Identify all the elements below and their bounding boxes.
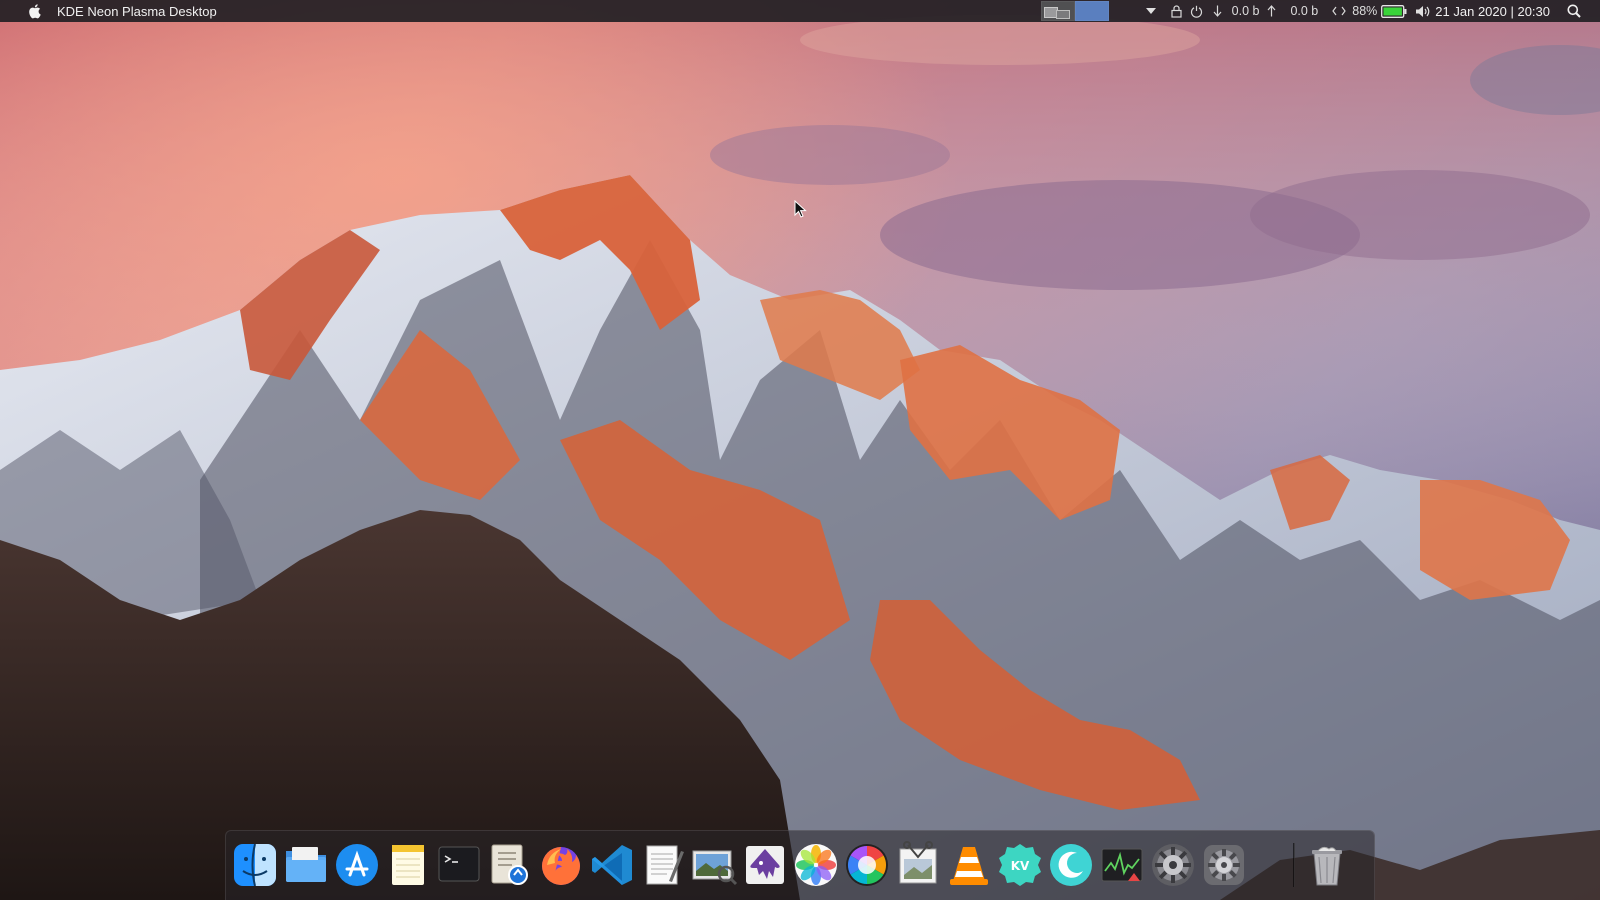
dock-separator (1293, 843, 1295, 887)
download-rate: 0.0 b (1231, 4, 1260, 18)
color-wheel-icon[interactable] (843, 841, 891, 889)
activity-monitor-icon[interactable] (1098, 841, 1146, 889)
app-store-icon[interactable] (333, 841, 381, 889)
dock: KV (225, 830, 1375, 900)
svg-text:KV: KV (1011, 859, 1030, 873)
tray-expander-icon[interactable] (1145, 0, 1157, 22)
desktop-1[interactable] (1040, 1, 1075, 21)
system-preferences-icon[interactable] (1200, 841, 1248, 889)
network-icon[interactable] (1332, 0, 1347, 22)
mouse-pointer-icon (794, 199, 808, 220)
volume-icon[interactable] (1415, 0, 1431, 22)
battery-percent: 88% (1352, 4, 1378, 18)
lock-icon[interactable] (1171, 0, 1182, 22)
firefox-icon[interactable] (537, 841, 585, 889)
inkscape-icon[interactable] (741, 841, 789, 889)
apple-logo-icon[interactable] (24, 0, 46, 22)
trash-icon[interactable] (1303, 841, 1351, 889)
vlc-icon[interactable] (945, 841, 993, 889)
top-panel: KDE Neon Plasma Desktop 0.0 b 0.0 b 88% … (0, 0, 1600, 22)
clock[interactable]: 21 Jan 2020 | 20:30 (1435, 4, 1550, 19)
terminal-icon[interactable] (435, 841, 483, 889)
moon-icon[interactable] (1047, 841, 1095, 889)
window-thumbnail (1055, 10, 1070, 19)
upload-arrow-icon (1267, 0, 1276, 22)
notes-icon[interactable] (384, 841, 432, 889)
active-app-title[interactable]: KDE Neon Plasma Desktop (57, 4, 217, 19)
battery-icon[interactable] (1381, 0, 1407, 22)
photos-icon[interactable] (792, 841, 840, 889)
screenshot-icon[interactable] (894, 841, 942, 889)
virtual-desktop-pager[interactable] (1040, 1, 1109, 21)
preview-icon[interactable] (486, 841, 534, 889)
text-editor-icon[interactable] (639, 841, 687, 889)
image-viewer-icon[interactable] (690, 841, 738, 889)
mountain-wallpaper-image (0, 0, 1600, 900)
desktop-2-active[interactable] (1074, 1, 1109, 21)
search-icon[interactable] (1562, 0, 1586, 22)
system-tray: 0.0 b 0.0 b 88% 21 Jan 2020 | 20:30 (1145, 0, 1600, 22)
download-arrow-icon (1213, 0, 1222, 22)
vscode-icon[interactable] (588, 841, 636, 889)
power-icon[interactable] (1190, 0, 1203, 22)
desktop-wallpaper[interactable] (0, 0, 1600, 900)
finder-icon[interactable] (231, 841, 279, 889)
settings-gear-icon[interactable] (1149, 841, 1197, 889)
kdeconnect-icon[interactable]: KV (996, 841, 1044, 889)
upload-rate: 0.0 b (1290, 4, 1319, 18)
folder-icon[interactable] (282, 841, 330, 889)
